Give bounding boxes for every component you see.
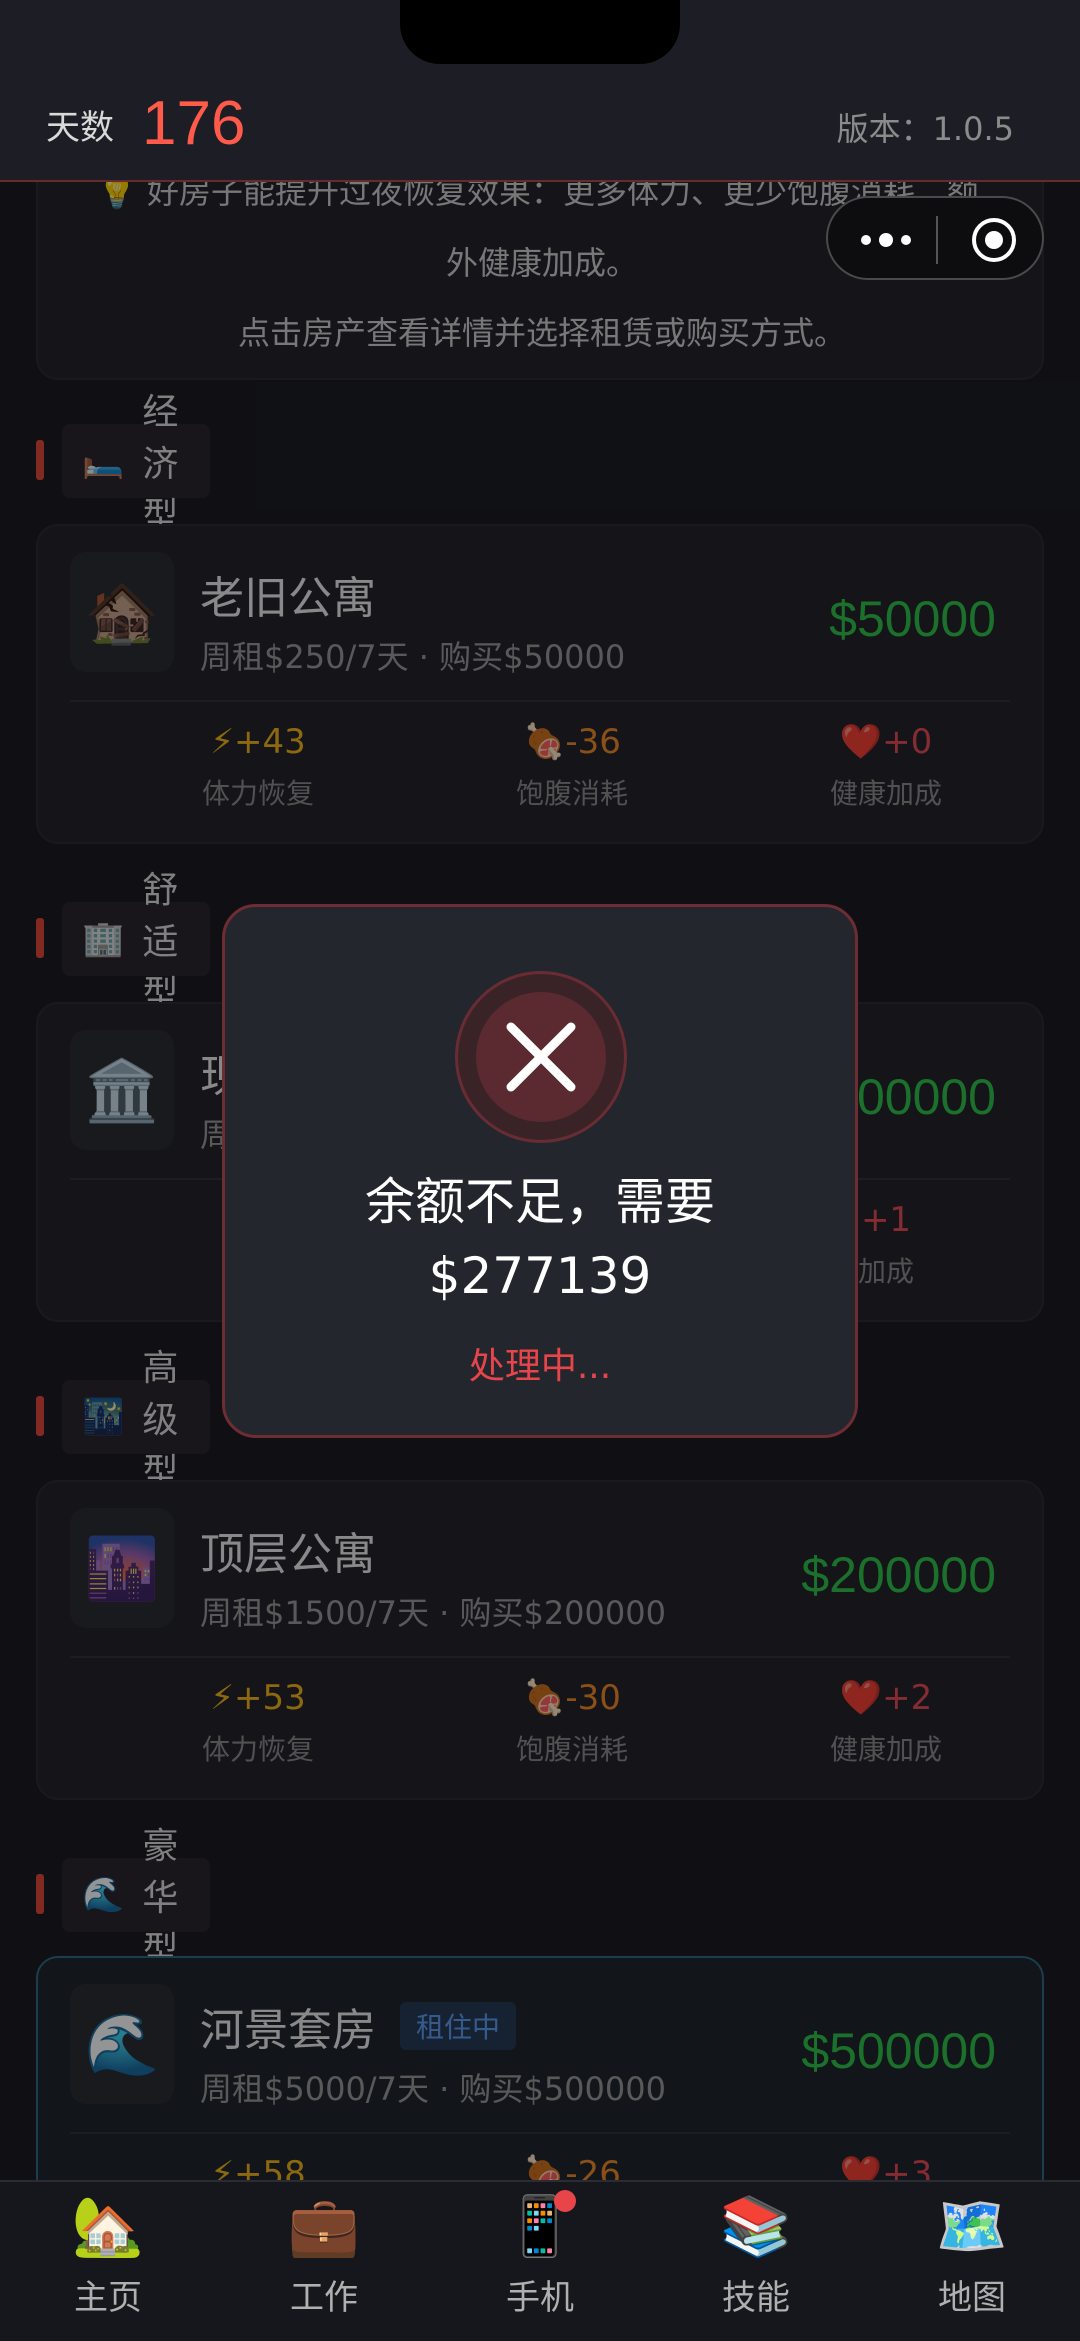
notification-dot [554, 2190, 576, 2212]
nav-label: 地图 [938, 2278, 1006, 2318]
home-icon: 🏡 [71, 2192, 145, 2260]
close-miniprogram-icon[interactable] [972, 218, 1016, 262]
dialog-message: 余额不足，需要 $277139 [225, 1165, 855, 1313]
nav-item-home[interactable]: 🏡 主页 [0, 2182, 216, 2341]
dialog-message-line: 余额不足，需要 [365, 1173, 715, 1231]
processing-status: 处理中... [468, 1346, 612, 1387]
error-icon-inner [476, 992, 606, 1122]
days-label: 天数 [46, 108, 114, 148]
camera-notch [400, 0, 680, 64]
error-icon-ring [455, 971, 627, 1143]
insufficient-funds-dialog: 余额不足，需要 $277139 处理中... [222, 904, 858, 1438]
nav-label: 主页 [74, 2278, 142, 2318]
more-menu-icon[interactable] [856, 222, 916, 258]
phone-icon: 📱 [503, 2192, 577, 2260]
version-label: 版本：1.0.5 [836, 110, 1014, 148]
nav-item-work[interactable]: 💼 工作 [216, 2182, 432, 2341]
bottom-nav: 🏡 主页 💼 工作 📱 手机 📚 技能 🗺️ 地图 [0, 2180, 1080, 2341]
close-x-icon [506, 1022, 576, 1092]
nav-item-phone[interactable]: 📱 手机 [432, 2182, 648, 2341]
nav-item-map[interactable]: 🗺️ 地图 [864, 2182, 1080, 2341]
nav-label: 工作 [290, 2278, 358, 2318]
required-amount: $277139 [428, 1247, 652, 1305]
capsule-divider [936, 216, 938, 264]
briefcase-icon: 💼 [287, 2192, 361, 2260]
app-root: 天数 176 版本：1.0.5 💡 好房子能提升过夜恢复效果：更多体力、更少饱腹… [0, 0, 1080, 2341]
map-icon: 🗺️ [935, 2192, 1009, 2260]
nav-label: 手机 [506, 2278, 574, 2318]
miniprogram-capsule [826, 196, 1044, 280]
books-icon: 📚 [719, 2192, 793, 2260]
days-value: 176 [142, 89, 246, 158]
nav-item-skills[interactable]: 📚 技能 [648, 2182, 864, 2341]
nav-label: 技能 [722, 2278, 790, 2318]
